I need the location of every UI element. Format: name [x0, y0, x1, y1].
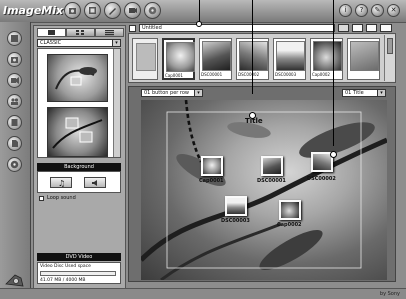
people-icon[interactable]	[7, 94, 22, 109]
filmstrip-caption: DSC00001	[201, 72, 223, 77]
background-artwork	[141, 100, 387, 280]
speaker-icon	[92, 180, 97, 186]
settings-icon[interactable]: ?	[355, 4, 368, 17]
menu-item-label: DSC00001	[257, 178, 286, 184]
close-icon[interactable]: ✕	[387, 4, 400, 17]
buttons-per-row-value: 01 button per row	[144, 90, 190, 96]
exit-icon[interactable]	[4, 272, 26, 288]
menu-canvas: Title Cap0001 DSC00001 DSC00002 DSC00003…	[141, 100, 387, 280]
background-section: ♫	[37, 171, 121, 193]
filmstrip-caption: DSC00002	[238, 72, 260, 77]
album-icon[interactable]	[84, 2, 101, 19]
filmstrip-scrollbar[interactable]	[384, 35, 395, 81]
left-toolbar	[0, 22, 31, 299]
filmstrip-thumbnail	[166, 42, 195, 72]
filmstrip-caption: Cap0002	[312, 72, 330, 77]
menu-item-thumbnail[interactable]	[225, 196, 247, 216]
callout-line	[333, 0, 334, 146]
callout-line	[199, 0, 200, 22]
filmstrip-caption: DSC00003	[275, 72, 297, 77]
buttons-per-row-dropdown[interactable]: 01 button per row ▾	[141, 89, 203, 97]
menu-item-thumbnail[interactable]	[279, 200, 301, 220]
filmstrip-item[interactable]: DSC00003	[273, 38, 306, 80]
category-dropdown[interactable]: CLASSIC ▾	[37, 39, 121, 47]
chevron-down-icon: ▾	[112, 40, 120, 46]
project-title-value: Untitled	[142, 25, 162, 31]
menu-page-thumbnail	[136, 43, 156, 71]
filmstrip-caption: Cap0001	[165, 73, 183, 78]
scroll-thumb[interactable]	[387, 38, 393, 54]
template-thumbnail-list	[37, 48, 121, 158]
cd-burn-icon[interactable]	[7, 157, 22, 172]
menu-item-label: Cap0002	[277, 222, 302, 228]
dvd-section-title: DVD Video	[37, 253, 121, 261]
filmstrip-thumbnail	[239, 41, 268, 71]
chevron-down-icon: ▾	[377, 90, 385, 96]
application-window: ImageMixer i ? ✎ ✕ CLASSIC ▾ Background …	[0, 0, 406, 299]
callout-dot	[330, 151, 337, 158]
music-button[interactable]: ♫	[50, 177, 72, 188]
callout-dot	[196, 21, 202, 27]
project-title-field[interactable]: Untitled	[139, 24, 335, 32]
filmstrip-thumbnail	[276, 41, 305, 71]
disc-icon[interactable]	[144, 2, 161, 19]
template-thumbnail[interactable]	[47, 54, 108, 102]
menu-item-label: DSC00003	[221, 218, 250, 224]
template-thumbnail[interactable]	[47, 107, 108, 157]
callout-line	[252, 0, 253, 94]
layout-tab-icon[interactable]	[37, 28, 66, 37]
filmstrip-item[interactable]: DSC00001	[199, 38, 232, 80]
template-list-scrollbar[interactable]	[113, 49, 120, 157]
info-icon[interactable]: i	[339, 4, 352, 17]
album-icon[interactable]	[7, 31, 22, 46]
filmstrip-thumbnail	[313, 41, 342, 71]
background-section-title: Background	[37, 163, 121, 171]
space-value: 41.07 MB / 4000 MB	[40, 278, 86, 283]
video-capture-icon[interactable]	[7, 73, 22, 88]
menu-item-thumbnail[interactable]	[201, 156, 223, 176]
title-select-dropdown[interactable]: 01 Title ▾	[342, 89, 386, 97]
properties-icon[interactable]	[366, 24, 377, 32]
grid-tab-icon[interactable]	[66, 28, 95, 37]
list-tab-icon[interactable]	[95, 28, 124, 37]
vendor-mark: by Sony	[379, 291, 400, 297]
chevron-down-icon: ▾	[194, 90, 202, 96]
sound-settings-button[interactable]	[84, 177, 106, 188]
filmstrip-item[interactable]: Cap0001	[162, 38, 195, 80]
video-icon[interactable]	[124, 2, 141, 19]
disc-space-label: Video Disc	[40, 264, 64, 269]
trash-icon[interactable]	[380, 24, 392, 32]
category-dropdown-value: CLASSIC	[40, 40, 62, 46]
space-meter	[40, 271, 116, 276]
import-icon[interactable]	[64, 2, 81, 19]
title-bar: ImageMixer i ? ✎ ✕	[0, 0, 406, 23]
status-bar: by Sony	[0, 288, 406, 299]
music-note-icon: ♫	[58, 179, 66, 188]
edit-icon[interactable]	[104, 2, 121, 19]
used-space-label: Used space	[65, 264, 91, 269]
filmstrip-thumbnail	[202, 41, 231, 71]
filmstrip-item[interactable]	[347, 38, 380, 80]
callout-dot	[249, 112, 256, 119]
filmstrip-item[interactable]: Cap0002	[310, 38, 343, 80]
project-filmstrip: Cap0001 DSC00001 DSC00002 DSC00003 Cap00…	[128, 33, 396, 83]
menu-preview-area: 01 button per row ▾ 01 Title ▾ Title Cap…	[128, 86, 396, 282]
filmstrip-thumbnail	[350, 41, 379, 71]
menu-item-label: DSC00002	[307, 176, 336, 182]
book-icon[interactable]	[7, 115, 22, 130]
zoom-icon[interactable]	[352, 24, 363, 32]
menu-item-label: Cap0001	[199, 178, 224, 184]
template-panel: CLASSIC ▾ Background ♫ Loop sound DVD Vi…	[33, 25, 126, 290]
loop-sound-checkbox[interactable]	[39, 196, 44, 201]
document-icon[interactable]	[7, 136, 22, 151]
dvd-space-box: Video Disc Used space 41.07 MB / 4000 MB	[37, 262, 121, 284]
tools-icon[interactable]: ✎	[371, 4, 384, 17]
title-select-value: 01 Title	[345, 90, 364, 96]
menu-item-thumbnail[interactable]	[261, 156, 283, 176]
camera-icon[interactable]	[7, 52, 22, 67]
menu-page-frame[interactable]	[132, 38, 158, 80]
view-toggle-icon[interactable]	[338, 24, 349, 32]
loop-sound-label: Loop sound	[47, 195, 76, 201]
title-checkbox[interactable]	[129, 25, 136, 32]
